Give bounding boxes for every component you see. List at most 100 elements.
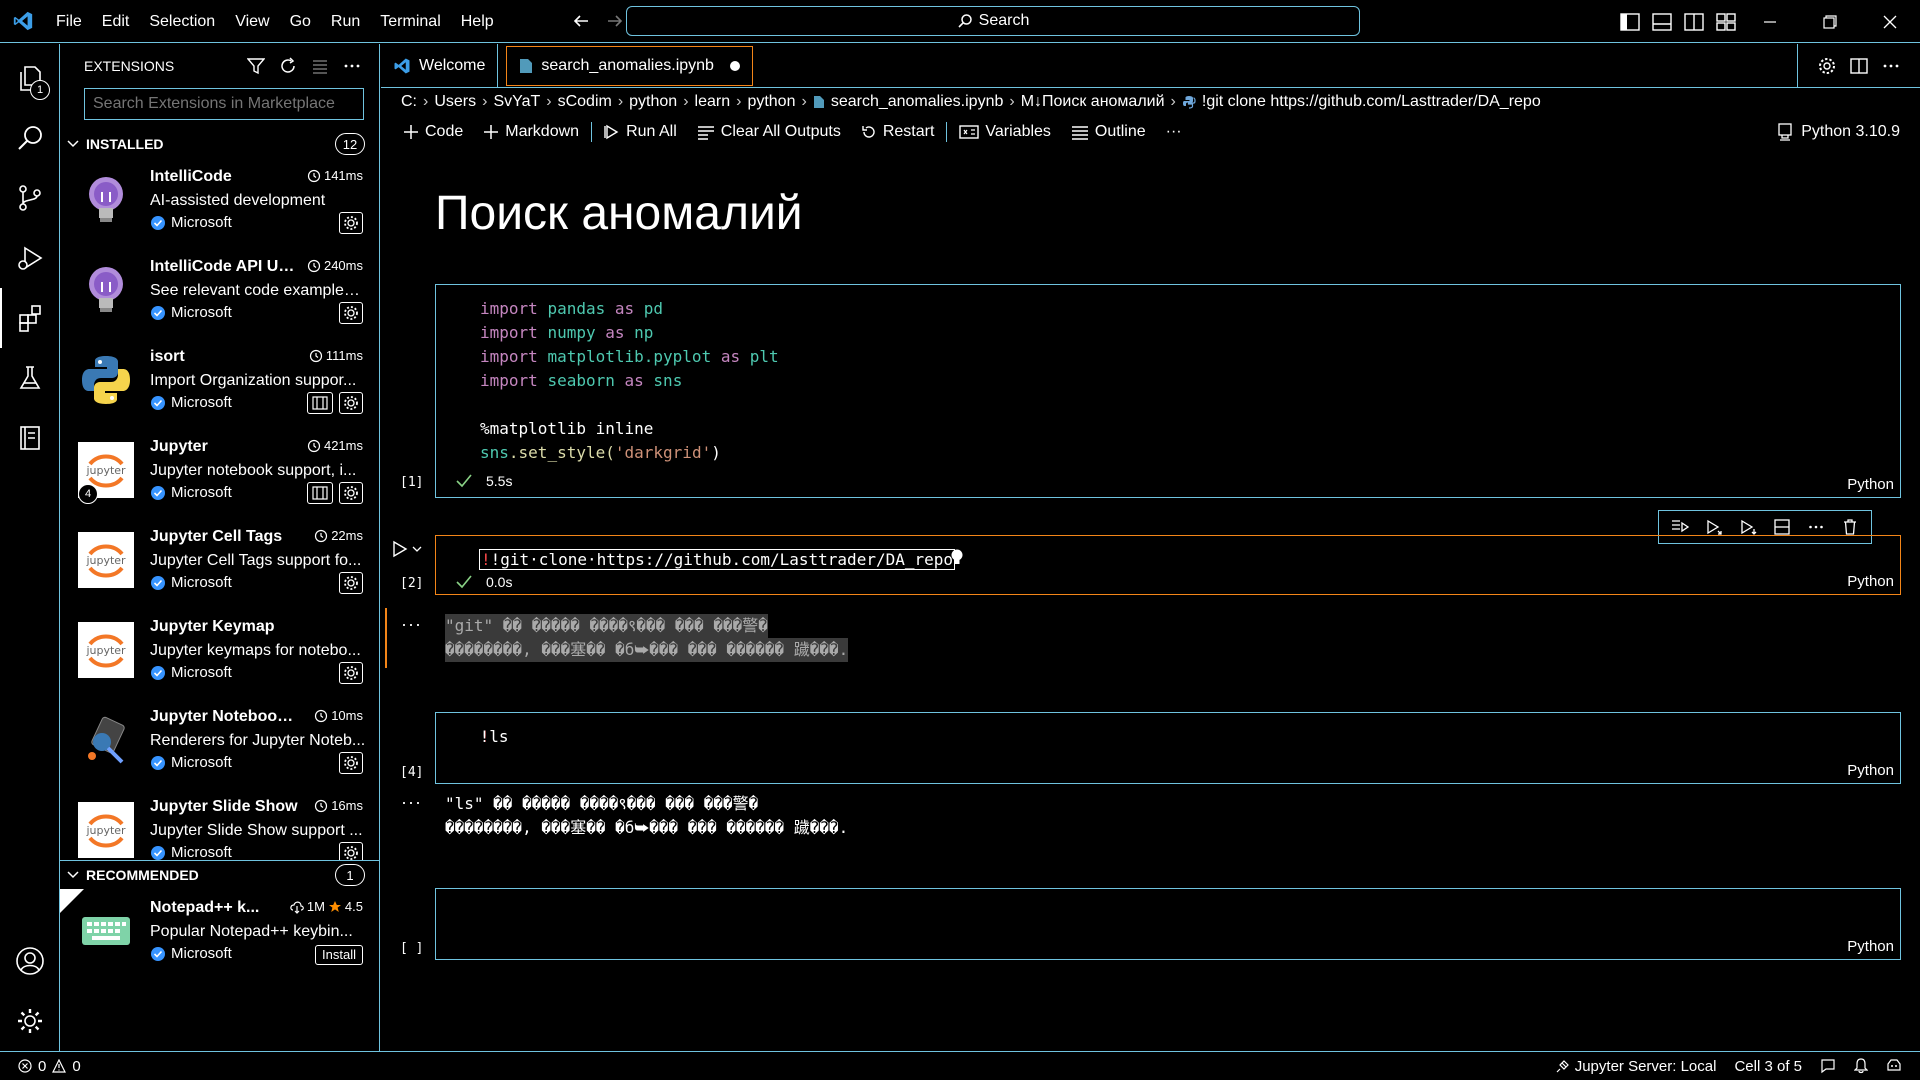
cell-output-line[interactable]: ��������, ���塞�� �б⮩��� ��� ������ 䠩���. bbox=[445, 816, 848, 840]
restart-kernel-button[interactable]: Restart bbox=[851, 116, 945, 148]
refresh-icon[interactable] bbox=[279, 57, 297, 75]
more-actions-icon[interactable] bbox=[343, 57, 361, 75]
cell-code[interactable]: import pandas as pd import numpy as np i… bbox=[480, 297, 779, 465]
breadcrumb-item[interactable]: search_anomalies.ipynb bbox=[831, 93, 1004, 111]
breadcrumb-item[interactable]: sCodim bbox=[558, 93, 612, 111]
restore-icon[interactable] bbox=[1800, 0, 1860, 43]
source-control-icon[interactable] bbox=[0, 168, 60, 228]
menu-go[interactable]: Go bbox=[280, 0, 321, 43]
close-icon[interactable] bbox=[1860, 0, 1920, 43]
extension-item[interactable]: isort 111ms Import Organization suppor..… bbox=[60, 338, 379, 428]
variables-button[interactable]: Variables bbox=[949, 116, 1061, 148]
menu-file[interactable]: File bbox=[46, 0, 92, 43]
output-actions[interactable]: ··· bbox=[401, 614, 422, 635]
cell-language[interactable]: Python bbox=[1847, 762, 1894, 779]
add-markdown-cell-button[interactable]: Markdown bbox=[473, 116, 589, 148]
account-icon[interactable] bbox=[0, 931, 60, 991]
filter-icon[interactable] bbox=[247, 57, 265, 75]
run-debug-icon[interactable] bbox=[0, 228, 60, 288]
toggle-primary-sidebar-icon[interactable] bbox=[1620, 12, 1640, 31]
extension-item[interactable]: Jupyter Notebook ... 10ms Renderers for … bbox=[60, 698, 379, 788]
toggle-secondary-sidebar-icon[interactable] bbox=[1684, 12, 1704, 31]
jupyter-server-status[interactable]: Jupyter Server: Local bbox=[1556, 1058, 1716, 1075]
cell-language[interactable]: Python bbox=[1847, 938, 1894, 955]
forward-arrow-icon[interactable] bbox=[606, 12, 624, 30]
cell-code[interactable]: !!git·clone·https://github.com/Lasttrade… bbox=[478, 548, 956, 572]
clear-search-icon[interactable] bbox=[311, 57, 329, 75]
breadcrumb-item[interactable]: Users bbox=[434, 93, 476, 111]
manage-extension-gear-icon[interactable] bbox=[339, 302, 363, 324]
unsaved-dot-icon[interactable] bbox=[729, 61, 740, 71]
command-center[interactable]: Search bbox=[626, 6, 1360, 36]
breadcrumb-item[interactable]: C: bbox=[401, 93, 417, 111]
install-button[interactable]: Install bbox=[315, 945, 363, 965]
menu-run[interactable]: Run bbox=[321, 0, 370, 43]
more-actions-icon[interactable] bbox=[1882, 57, 1900, 75]
manage-extension-gear-icon[interactable] bbox=[339, 752, 363, 774]
recommended-extension-item[interactable]: Notepad++ k... 1M 4.5 Popular Notepad++ … bbox=[60, 889, 379, 979]
menu-selection[interactable]: Selection bbox=[139, 0, 225, 43]
extension-item[interactable]: jupyter 4 Jupyter 421ms Jupyter notebook… bbox=[60, 428, 379, 518]
run-all-button[interactable]: Run All bbox=[594, 116, 687, 148]
manage-extension-gear-icon[interactable] bbox=[339, 572, 363, 594]
back-arrow-icon[interactable] bbox=[572, 12, 590, 30]
clear-all-outputs-button[interactable]: Clear All Outputs bbox=[687, 116, 851, 148]
lightbulb-icon[interactable] bbox=[950, 548, 964, 568]
output-actions[interactable]: ··· bbox=[401, 792, 422, 813]
cell-position[interactable]: Cell 3 of 5 bbox=[1734, 1058, 1802, 1075]
menu-terminal[interactable]: Terminal bbox=[370, 0, 450, 43]
extension-pack-icon[interactable] bbox=[307, 482, 333, 504]
extensions-search-input[interactable] bbox=[84, 88, 364, 120]
testing-icon[interactable] bbox=[0, 348, 60, 408]
manage-extension-gear-icon[interactable] bbox=[339, 212, 363, 234]
jupyter-notebook-view-icon[interactable] bbox=[0, 408, 60, 468]
extension-pack-icon[interactable] bbox=[307, 392, 333, 414]
cell-output-line[interactable]: "git" �� ����� ����९��� ��� ���警� bbox=[445, 614, 768, 638]
outline-button[interactable]: Outline bbox=[1061, 116, 1156, 148]
tab-welcome[interactable]: Welcome bbox=[381, 44, 499, 88]
extension-item[interactable]: IntelliCode 141ms AI-assisted developmen… bbox=[60, 158, 379, 248]
customize-layout-icon[interactable] bbox=[1716, 12, 1736, 31]
manage-extension-gear-icon[interactable] bbox=[339, 842, 363, 860]
feedback-icon[interactable] bbox=[1820, 1058, 1836, 1074]
split-editor-icon[interactable] bbox=[1850, 57, 1868, 75]
problems-indicator[interactable]: 0 0 bbox=[18, 1058, 81, 1075]
cell-language[interactable]: Python bbox=[1847, 573, 1894, 590]
cell-output-line[interactable]: ��������, ���塞�� �б⮩��� ��� ������ 䠩���. bbox=[445, 638, 849, 662]
menu-edit[interactable]: Edit bbox=[92, 0, 140, 43]
breadcrumb-item[interactable]: !git clone https://github.com/Lasttrader… bbox=[1202, 93, 1541, 111]
breadcrumb-item[interactable]: M↓Поиск аномалий bbox=[1021, 93, 1165, 111]
more-toolbar-actions[interactable]: ··· bbox=[1156, 116, 1192, 148]
extension-item[interactable]: IntelliCode API Us... 240ms See relevant… bbox=[60, 248, 379, 338]
minimize-icon[interactable] bbox=[1740, 0, 1800, 43]
run-cell-play-icon[interactable] bbox=[392, 540, 408, 558]
breadcrumb-item[interactable]: learn bbox=[695, 93, 731, 111]
extension-item[interactable]: jupyter Jupyter Cell Tags 22ms Jupyter C… bbox=[60, 518, 379, 608]
code-cell[interactable]: !!ls [4] Python bbox=[400, 712, 1901, 784]
manage-extension-gear-icon[interactable] bbox=[339, 662, 363, 684]
notebook-settings-gear-icon[interactable] bbox=[1818, 57, 1836, 75]
breadcrumb-item[interactable]: python bbox=[629, 93, 677, 111]
copilot-icon[interactable] bbox=[1886, 1058, 1902, 1074]
menu-view[interactable]: View bbox=[225, 0, 279, 43]
code-cell[interactable]: [ ] Python bbox=[400, 888, 1901, 960]
manage-gear-icon[interactable] bbox=[0, 991, 60, 1051]
recommended-section-header[interactable]: RECOMMENDED 1 bbox=[60, 861, 379, 889]
code-cell[interactable]: import pandas as pd import numpy as np i… bbox=[400, 284, 1901, 498]
add-code-cell-button[interactable]: Code bbox=[393, 116, 473, 148]
extension-item[interactable]: jupyter Jupyter Keymap Jupyter keymaps f… bbox=[60, 608, 379, 698]
tab-search-anomalies[interactable]: search_anomalies.ipynb bbox=[506, 46, 753, 86]
manage-extension-gear-icon[interactable] bbox=[339, 482, 363, 504]
extensions-icon[interactable] bbox=[0, 288, 60, 348]
kernel-picker[interactable]: Python 3.10.9 bbox=[1777, 123, 1900, 141]
breadcrumb-item[interactable]: python bbox=[747, 93, 795, 111]
installed-section-header[interactable]: INSTALLED 12 bbox=[60, 130, 379, 158]
notifications-bell-icon[interactable] bbox=[1854, 1058, 1868, 1074]
breadcrumb-item[interactable]: SvYaT bbox=[493, 93, 540, 111]
markdown-heading[interactable]: Поиск аномалий bbox=[435, 186, 803, 241]
menu-help[interactable]: Help bbox=[451, 0, 504, 43]
cell-language[interactable]: Python bbox=[1847, 476, 1894, 493]
cell-code[interactable]: !!ls bbox=[480, 725, 509, 749]
code-cell[interactable]: !!git·clone·https://github.com/Lasttrade… bbox=[393, 535, 1901, 595]
toggle-panel-icon[interactable] bbox=[1652, 12, 1672, 31]
